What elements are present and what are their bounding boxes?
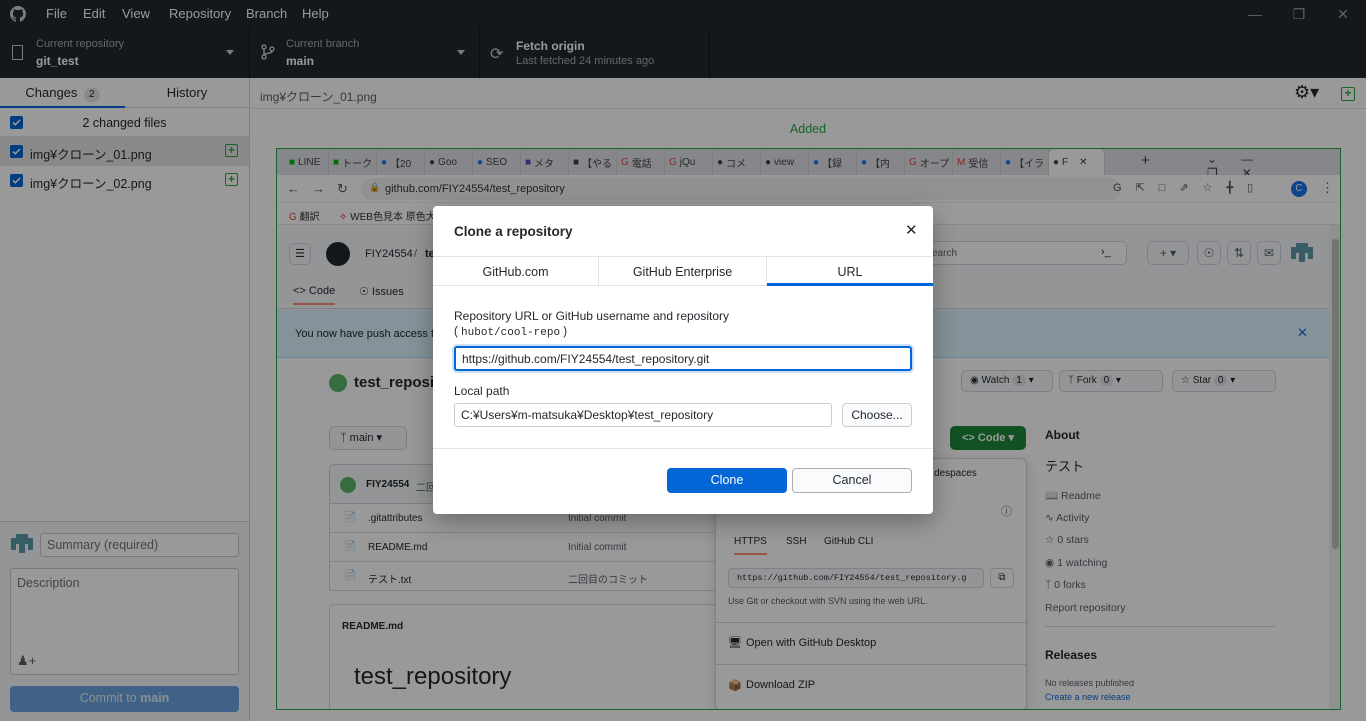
clone-repository-dialog: Clone a repository ✕ GitHub.com GitHub E… [433, 206, 933, 514]
hint-close-paren: ) [563, 326, 568, 338]
tab-github-enterprise[interactable]: GitHub Enterprise [599, 256, 767, 286]
hint-example-code: hubot/cool-repo [461, 327, 561, 339]
clone-button[interactable]: Clone [667, 468, 787, 493]
local-path-label: Local path [454, 384, 510, 398]
hint-open-paren: ( [454, 326, 458, 338]
url-field-label: Repository URL or GitHub username and re… [454, 309, 730, 323]
repository-url-input[interactable] [454, 346, 912, 371]
local-path-input[interactable] [454, 403, 832, 427]
choose-button[interactable]: Choose... [842, 403, 912, 427]
url-field-hint: ( hubot/cool-repo ) [454, 326, 567, 339]
cancel-button[interactable]: Cancel [792, 468, 912, 493]
dialog-title: Clone a repository [454, 224, 573, 239]
dialog-close-icon[interactable]: ✕ [905, 221, 918, 239]
tab-github-com[interactable]: GitHub.com [433, 256, 599, 286]
tab-url[interactable]: URL [767, 256, 933, 286]
dialog-footer-divider [433, 448, 933, 449]
